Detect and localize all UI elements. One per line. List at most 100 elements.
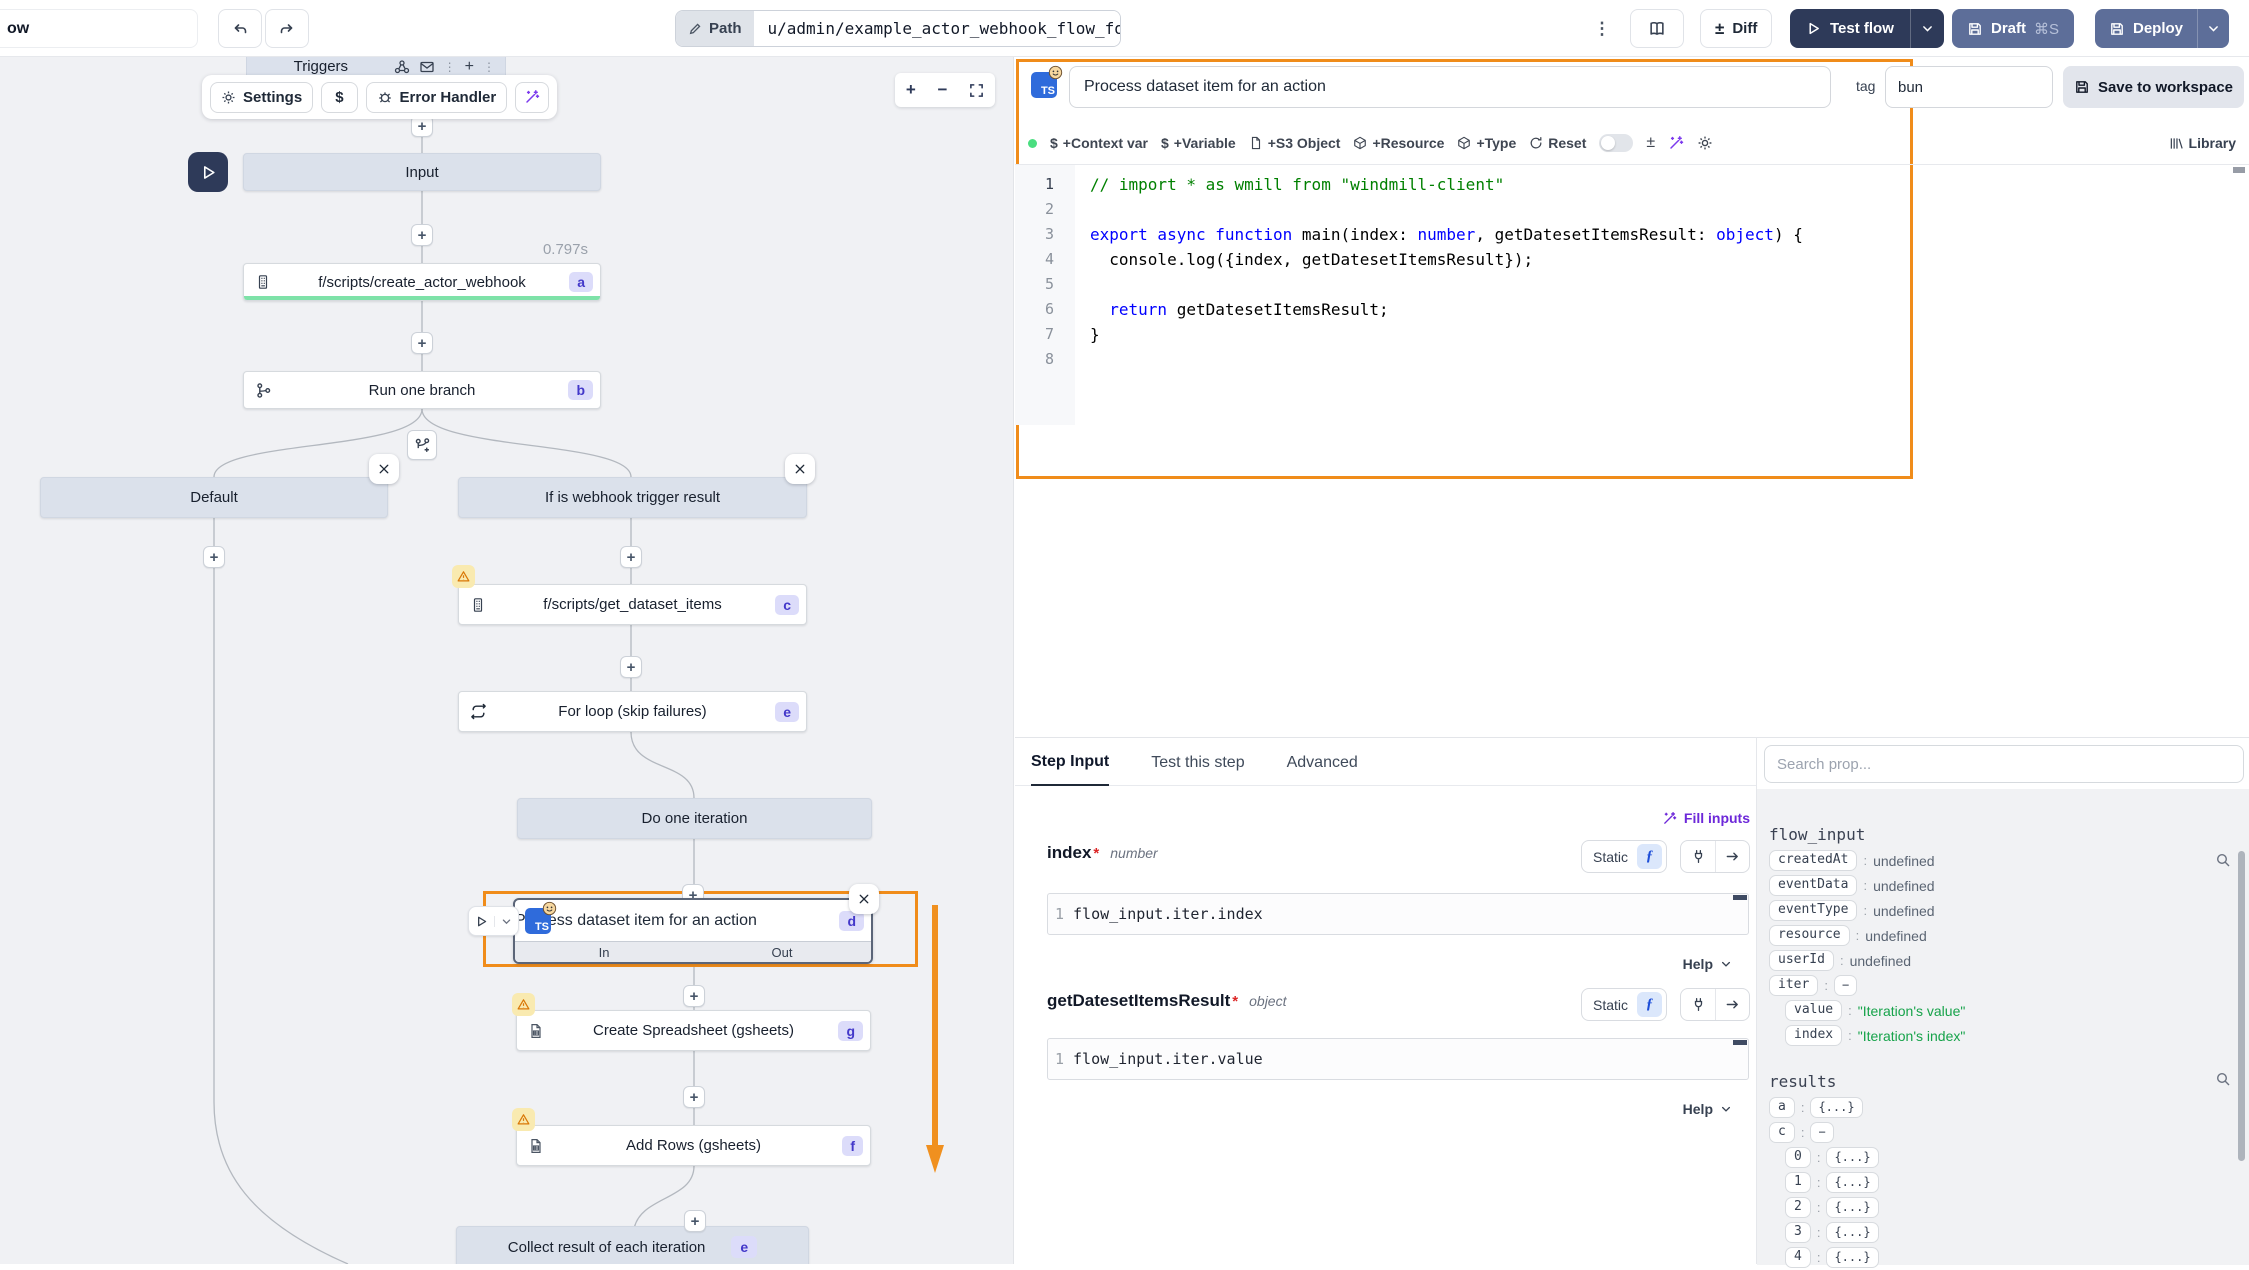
flow-input-node[interactable]: Input [243, 153, 601, 191]
diff-button[interactable]: ± Diff [1700, 9, 1772, 48]
prop-value[interactable]: {...} [1826, 1197, 1878, 1218]
prop-value[interactable]: {...} [1810, 1097, 1862, 1118]
code-line[interactable] [1090, 197, 2249, 222]
prop-row[interactable]: index:"Iteration's index" [1757, 1023, 2249, 1048]
diff-toggle[interactable] [1599, 134, 1633, 152]
prop-row[interactable]: 0:{...} [1757, 1145, 2249, 1170]
prop-value[interactable]: "Iteration's value" [1858, 1003, 1966, 1019]
search-prop-input[interactable] [1764, 745, 2244, 783]
do-one-iteration-node[interactable]: Do one iteration [517, 798, 872, 839]
prop-value[interactable]: {...} [1826, 1247, 1878, 1268]
insert-step-button[interactable]: + [203, 546, 225, 568]
help-toggle[interactable]: Help [1683, 956, 1732, 972]
add-s3-object-button[interactable]: +S3 Object [1249, 135, 1341, 151]
more-menu-button[interactable]: ⋮ [1590, 9, 1614, 48]
test-flow-dropdown-button[interactable] [1911, 22, 1944, 35]
prop-key[interactable]: index [1785, 1025, 1842, 1046]
ai-assistant-button[interactable] [515, 82, 549, 113]
branch-if-node[interactable]: If is webhook trigger result [458, 477, 807, 518]
prop-key[interactable]: 2 [1785, 1197, 1811, 1218]
prop-value[interactable]: undefined [1873, 878, 1935, 894]
search-icon[interactable] [2215, 852, 2231, 868]
tab-step-input[interactable]: Step Input [1031, 753, 1109, 786]
static-toggle-group[interactable]: Static ƒ [1581, 840, 1667, 873]
prop-row[interactable]: 2:{...} [1757, 1195, 2249, 1220]
prop-key[interactable]: resource [1769, 925, 1850, 946]
prop-row[interactable]: resource:undefined [1757, 923, 2249, 948]
step-node-g[interactable]: Create Spreadsheet (gsheets) g [516, 1010, 871, 1051]
delete-branch-button[interactable] [369, 454, 399, 484]
test-flow-button[interactable]: Test flow [1790, 20, 1910, 37]
run-step-button[interactable] [469, 915, 494, 928]
flow-canvas[interactable]: Triggers ⋮ + ⋮ Settings $ Error Handler … [0, 57, 1014, 1264]
code-content[interactable]: // import * as wmill from "windmill-clie… [1075, 165, 2249, 425]
prop-value[interactable]: {...} [1826, 1222, 1878, 1243]
insert-step-button[interactable]: + [411, 224, 433, 246]
prop-row[interactable]: eventType:undefined [1757, 898, 2249, 923]
prop-value[interactable]: {...} [1826, 1172, 1878, 1193]
help-toggle[interactable]: Help [1683, 1101, 1732, 1117]
draft-button[interactable]: Draft ⌘S [1952, 9, 2074, 48]
flow-name-field[interactable]: ow [0, 9, 198, 48]
docs-button[interactable] [1630, 9, 1684, 48]
code-line[interactable]: } [1090, 322, 2249, 347]
insert-step-button[interactable]: + [411, 332, 433, 354]
scrollbar-thumb[interactable] [2238, 851, 2245, 1161]
variables-button[interactable]: $ [321, 82, 357, 113]
prop-key[interactable]: 0 [1785, 1147, 1811, 1168]
connect-arrow-button[interactable] [1715, 989, 1749, 1020]
add-branch-button[interactable] [407, 430, 437, 460]
run-flow-button[interactable] [188, 152, 228, 192]
prop-key[interactable]: value [1785, 1000, 1842, 1021]
redo-button[interactable] [265, 9, 309, 48]
fill-inputs-button[interactable]: Fill inputs [1662, 810, 1750, 826]
tag-input[interactable] [1885, 66, 2053, 108]
expression-mode-button[interactable]: ƒ [1637, 844, 1662, 869]
step-node-f[interactable]: Add Rows (gsheets) f [516, 1125, 871, 1166]
code-line[interactable]: return getDatesetItemsResult; [1090, 297, 2249, 322]
plug-button[interactable] [1681, 841, 1715, 872]
static-toggle-group[interactable]: Static ƒ [1581, 988, 1667, 1021]
connect-arrow-button[interactable] [1715, 841, 1749, 872]
tab-advanced[interactable]: Advanced [1287, 754, 1358, 785]
prop-value[interactable]: − [1834, 975, 1857, 996]
gear-icon[interactable] [1697, 135, 1713, 151]
plus-minus-icon[interactable]: ± [1646, 134, 1655, 152]
step-node-d-selected[interactable]: TS Process dataset item for an action d … [513, 898, 873, 964]
run-step-dropdown[interactable] [494, 916, 518, 927]
fit-view-icon[interactable] [969, 83, 984, 98]
path-input[interactable]: u/admin/example_actor_webhook_flow_fork [754, 11, 1120, 46]
insert-step-button[interactable]: + [683, 1086, 705, 1108]
save-to-workspace-button[interactable]: Save to workspace [2063, 66, 2244, 108]
code-line[interactable]: // import * as wmill from "windmill-clie… [1090, 172, 2249, 197]
insert-step-button[interactable]: + [684, 1210, 706, 1232]
step-node-a[interactable]: f/scripts/create_actor_webhook a [243, 263, 601, 301]
deploy-dropdown-button[interactable] [2198, 22, 2229, 35]
prop-key[interactable]: c [1769, 1122, 1795, 1143]
field-result-expression-input[interactable]: 1 flow_input.iter.value [1047, 1038, 1749, 1080]
step-node-c[interactable]: f/scripts/get_dataset_items c [458, 584, 807, 625]
insert-step-button[interactable]: + [683, 985, 705, 1007]
code-editor[interactable]: 12345678 // import * as wmill from "wind… [1015, 165, 2249, 425]
step-title-input[interactable] [1069, 66, 1831, 108]
prop-key[interactable]: 4 [1785, 1247, 1811, 1268]
add-type-button[interactable]: +Type [1457, 135, 1516, 151]
code-line[interactable]: console.log({index, getDatesetItemsResul… [1090, 247, 2249, 272]
prop-row[interactable]: 4:{...} [1757, 1245, 2249, 1270]
prop-value[interactable]: − [1810, 1122, 1833, 1143]
code-line[interactable] [1090, 347, 2249, 372]
prop-key[interactable]: eventData [1769, 875, 1857, 896]
library-button[interactable]: Library [2169, 135, 2236, 151]
prop-row[interactable]: value:"Iteration's value" [1757, 998, 2249, 1023]
prop-key[interactable]: eventType [1769, 900, 1857, 921]
reset-button[interactable]: Reset [1529, 135, 1586, 151]
deploy-button[interactable]: Deploy [2095, 20, 2197, 37]
prop-key[interactable]: iter [1769, 975, 1818, 996]
prop-row[interactable]: c:− [1757, 1120, 2249, 1145]
prop-row[interactable]: 1:{...} [1757, 1170, 2249, 1195]
prop-key[interactable]: createdAt [1769, 850, 1857, 871]
add-variable-button[interactable]: $ +Variable [1161, 135, 1236, 151]
prop-value[interactable]: undefined [1873, 853, 1935, 869]
delete-branch-button[interactable] [785, 454, 815, 484]
tab-test-this-step[interactable]: Test this step [1151, 754, 1244, 785]
